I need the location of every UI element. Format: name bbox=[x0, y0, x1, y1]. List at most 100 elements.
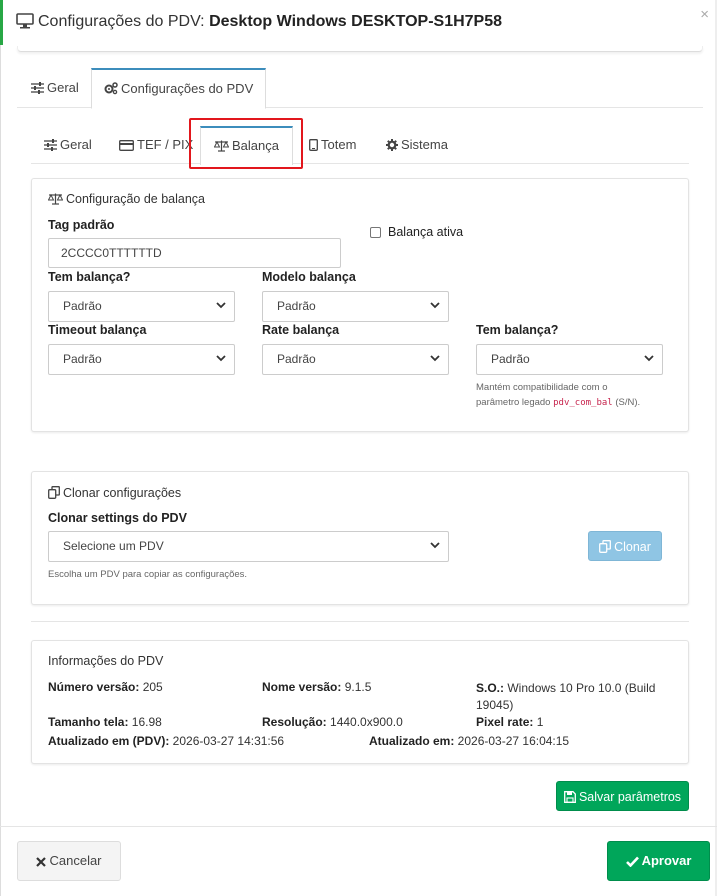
clonar-pdv-select[interactable]: Selecione um PDV bbox=[48, 531, 449, 562]
balanca-card-title: Configuração de balança bbox=[47, 192, 205, 206]
numero-versao: Número versão: 205 bbox=[48, 680, 163, 694]
clonar-title-text: Clonar configurações bbox=[63, 486, 182, 500]
left-accent-bar bbox=[0, 0, 3, 45]
desktop-icon bbox=[16, 13, 34, 29]
atualizado-em: Atualizado em: 2026-03-27 16:04:15 bbox=[369, 734, 569, 748]
resolucao-value: 1440.0x900.0 bbox=[326, 715, 403, 729]
atualizado-pdv-label: Atualizado em (PDV): bbox=[48, 734, 170, 748]
help-code: pdv_com_bal bbox=[553, 398, 613, 408]
cancel-label: Cancelar bbox=[49, 853, 102, 868]
chevron-down-icon bbox=[430, 355, 440, 362]
modelo-balanca-value: Padrão bbox=[277, 299, 316, 313]
resolucao-label: Resolução: bbox=[262, 715, 327, 729]
nome-versao-label: Nome versão: bbox=[262, 680, 342, 694]
modelo-balanca-label: Modelo balança bbox=[262, 270, 356, 284]
top-tabs: Geral Configurações do PDV bbox=[17, 68, 703, 109]
numero-versao-label: Número versão: bbox=[48, 680, 140, 694]
info-card: Informações do PDV Número versão: 205 No… bbox=[31, 640, 689, 764]
chevron-down-icon bbox=[430, 302, 440, 309]
rate-balanca-value: Padrão bbox=[277, 352, 316, 366]
atualizado-pdv: Atualizado em (PDV): 2026-03-27 14:31:56 bbox=[48, 734, 284, 748]
timeout-balanca-select[interactable]: Padrão bbox=[48, 344, 235, 375]
so-value-line1: Windows 10 Pro 10.0 (Build bbox=[504, 681, 656, 695]
salvar-label: Salvar parâmetros bbox=[578, 790, 682, 804]
tem-balanca-2-value: Padrão bbox=[491, 352, 530, 366]
copy-icon bbox=[599, 540, 612, 553]
modelo-balanca-select[interactable]: Padrão bbox=[262, 291, 449, 322]
salvar-parametros-button[interactable]: Salvar parâmetros bbox=[556, 781, 689, 811]
pixel-rate: Pixel rate: 1 bbox=[476, 715, 543, 729]
tem-balanca-2-select[interactable]: Padrão bbox=[476, 344, 663, 375]
balanca-ativa-checkbox[interactable] bbox=[370, 227, 381, 238]
footer-divider bbox=[0, 826, 717, 827]
sistema-operacional: S.O.: Windows 10 Pro 10.0 (Build 19045) bbox=[476, 680, 655, 714]
timeout-balanca-value: Padrão bbox=[63, 352, 102, 366]
section-divider bbox=[31, 621, 689, 622]
modal-title: Configurações do PDV: Desktop Windows DE… bbox=[16, 13, 502, 31]
nome-versao: Nome versão: 9.1.5 bbox=[262, 680, 371, 694]
tem-balanca-value: Padrão bbox=[63, 299, 102, 313]
balanca-title-text: Configuração de balança bbox=[66, 192, 205, 206]
cogs-icon bbox=[104, 82, 118, 95]
clonar-settings-label: Clonar settings do PDV bbox=[48, 511, 187, 525]
tab-inner-totem[interactable]: Totem bbox=[309, 126, 356, 164]
tab-inner-geral[interactable]: Geral bbox=[44, 126, 92, 164]
rate-balanca-select[interactable]: Padrão bbox=[262, 344, 449, 375]
tab-configuracoes-pdv[interactable]: Configurações do PDV bbox=[91, 68, 267, 109]
tab-configuracoes-label: Configurações do PDV bbox=[121, 81, 254, 96]
chevron-down-icon bbox=[644, 355, 654, 362]
check-icon bbox=[625, 856, 639, 868]
rate-balanca-label: Rate balança bbox=[262, 323, 340, 337]
aprovar-button[interactable]: Aprovar bbox=[607, 841, 710, 881]
balanca-ativa-label: Balança ativa bbox=[388, 225, 464, 239]
balanca-card: Configuração de balança Tag padrão 2CCCC… bbox=[31, 178, 689, 432]
tag-padrao-input[interactable]: 2CCCC0TTTTTTD bbox=[48, 238, 341, 268]
help-line-2-pre: parâmetro legado bbox=[476, 397, 554, 408]
close-icon bbox=[36, 857, 47, 867]
tamanho-tela-label: Tamanho tela: bbox=[48, 715, 129, 729]
pixel-rate-label: Pixel rate: bbox=[476, 715, 534, 729]
tab-inner-sistema[interactable]: Sistema bbox=[386, 126, 448, 164]
gear-icon bbox=[386, 139, 398, 151]
clonar-card-title: Clonar configurações bbox=[48, 486, 181, 500]
chevron-down-icon bbox=[216, 302, 226, 309]
tem-balanca-2-label: Tem balança? bbox=[476, 323, 559, 337]
info-card-title: Informações do PDV bbox=[48, 654, 164, 668]
close-button[interactable]: × bbox=[700, 6, 709, 23]
tem-balanca-select[interactable]: Padrão bbox=[48, 291, 235, 322]
atualizado-pdv-value: 2026-03-27 14:31:56 bbox=[169, 734, 285, 748]
modal-title-device: Desktop Windows DESKTOP-S1H7P58 bbox=[209, 13, 503, 30]
atualizado-em-value: 2026-03-27 16:04:15 bbox=[454, 734, 570, 748]
clonar-button-label: Clonar bbox=[614, 540, 651, 554]
help-line-1: Mantém compatibilidade com o bbox=[476, 382, 608, 393]
aprovar-label: Aprovar bbox=[641, 853, 692, 868]
copy-icon bbox=[48, 486, 60, 499]
tab-geral-label: Geral bbox=[47, 80, 79, 95]
so-label: S.O.: bbox=[476, 681, 505, 695]
tab-geral[interactable]: Geral bbox=[19, 68, 91, 108]
balanca-help-text: Mantém compatibilidade com o parâmetro l… bbox=[476, 380, 640, 411]
tab-inner-tef-pix[interactable]: TEF / PIX bbox=[119, 126, 193, 164]
tablet-icon bbox=[309, 139, 318, 151]
nome-versao-value: 9.1.5 bbox=[341, 680, 372, 694]
atualizado-em-label: Atualizado em: bbox=[369, 734, 455, 748]
tab-inner-totem-label: Totem bbox=[321, 137, 357, 152]
tab-inner-tef-label: TEF / PIX bbox=[137, 137, 194, 152]
cancel-button[interactable]: Cancelar bbox=[17, 841, 121, 881]
highlight-box bbox=[189, 118, 303, 169]
left-edge-line bbox=[0, 0, 1, 896]
help-line-2-post: (S/N). bbox=[612, 397, 641, 408]
clonar-button[interactable]: Clonar bbox=[588, 531, 662, 561]
save-icon bbox=[563, 791, 576, 803]
modal-title-prefix: Configurações do PDV: bbox=[38, 13, 210, 30]
numero-versao-value: 205 bbox=[139, 680, 163, 694]
tamanho-tela: Tamanho tela: 16.98 bbox=[48, 715, 162, 729]
header-panel-edge bbox=[17, 46, 703, 52]
clonar-pdv-value: Selecione um PDV bbox=[63, 539, 164, 553]
so-value-line2: 19045) bbox=[476, 698, 514, 712]
balance-scale-icon bbox=[47, 193, 64, 205]
timeout-balanca-label: Timeout balança bbox=[48, 323, 147, 337]
chevron-down-icon bbox=[430, 542, 440, 549]
tab-inner-sistema-label: Sistema bbox=[401, 137, 448, 152]
pixel-rate-value: 1 bbox=[533, 715, 544, 729]
